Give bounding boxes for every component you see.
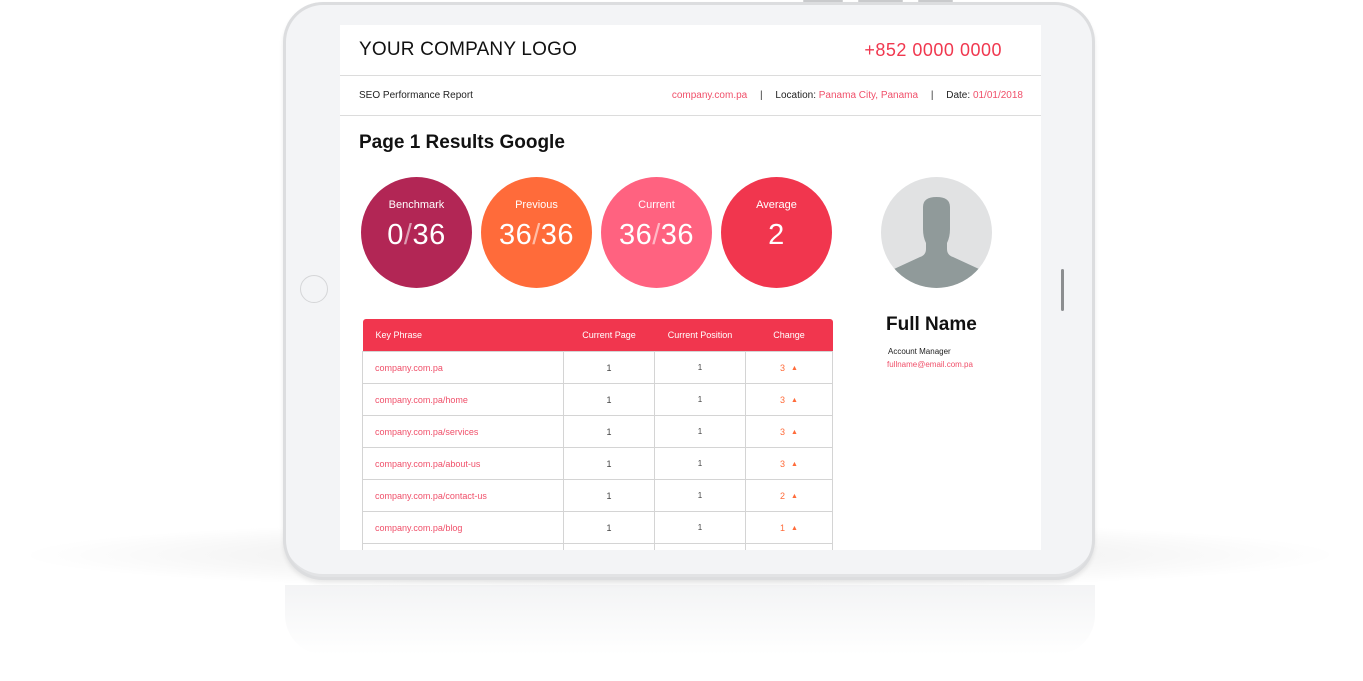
table-row: company.com.pa/services 1 1 3 ▲ bbox=[362, 415, 833, 448]
current-position-cell: 1 bbox=[654, 543, 746, 550]
table-row: company.com.pa/terms111▲ bbox=[362, 543, 833, 550]
metric-previous: Previous 36/36 bbox=[481, 177, 592, 288]
report-header: YOUR COMPANY LOGO +852 0000 0000 bbox=[340, 25, 1041, 76]
arrow-up-icon: ▲ bbox=[791, 492, 798, 500]
metric-value: 36/36 bbox=[618, 219, 695, 251]
current-page-cell: 1 bbox=[563, 511, 655, 544]
arrow-up-icon: ▲ bbox=[791, 460, 798, 468]
arrow-up-icon: ▲ bbox=[791, 364, 798, 372]
location-value: Panama City, Panama bbox=[818, 90, 919, 101]
change-cell: 2 ▲ bbox=[745, 479, 833, 512]
profile-email[interactable]: fullname@email.com.pa bbox=[887, 360, 973, 369]
column-header-key-phrase[interactable]: Key Phrase bbox=[362, 319, 564, 352]
metric-label: Previous bbox=[515, 199, 558, 211]
table-header-row: Key Phrase Current Page Current Position… bbox=[362, 319, 833, 352]
company-logo: YOUR COMPANY LOGO bbox=[359, 39, 578, 60]
key-phrase-link[interactable]: company.com.pa/terms bbox=[362, 543, 564, 550]
page-title: Page 1 Results Google bbox=[359, 132, 565, 153]
report-meta: company.com.pa | Location: Panama City, … bbox=[672, 90, 1023, 101]
arrow-up-icon: ▲ bbox=[791, 396, 798, 404]
screen: YOUR COMPANY LOGO +852 0000 0000 SEO Per… bbox=[340, 25, 1041, 550]
separator: | bbox=[760, 90, 763, 101]
change-cell: 3 ▲ bbox=[745, 383, 833, 416]
change-cell: 3 ▲ bbox=[745, 351, 833, 384]
home-button[interactable] bbox=[300, 275, 328, 303]
table-row: company.com.pa 1 1 3 ▲ bbox=[362, 351, 833, 384]
location-label: Location: bbox=[775, 90, 816, 101]
change-value: 1 bbox=[780, 522, 786, 533]
current-position-cell: 1 bbox=[654, 511, 746, 544]
phone-number[interactable]: +852 0000 0000 bbox=[864, 40, 1002, 61]
tablet-frame: YOUR COMPANY LOGO +852 0000 0000 SEO Per… bbox=[283, 0, 1095, 580]
current-page-cell: 1 bbox=[563, 415, 655, 448]
tablet-top-buttons bbox=[803, 0, 963, 3]
key-phrase-link[interactable]: company.com.pa/home bbox=[362, 383, 564, 416]
date-label: Date: bbox=[946, 90, 971, 101]
table-row: company.com.pa/blog 1 1 1 ▲ bbox=[362, 511, 833, 544]
current-page-cell: 1 bbox=[563, 479, 655, 512]
current-page-cell: 1 bbox=[563, 543, 655, 550]
current-position-cell: 1 bbox=[654, 415, 746, 448]
metric-value: 2 bbox=[768, 219, 785, 251]
metric-label: Current bbox=[638, 199, 675, 211]
table-row: company.com.pa/contact-us 1 1 2 ▲ bbox=[362, 479, 833, 512]
current-position-cell: 1 bbox=[654, 383, 746, 416]
current-page-cell: 1 bbox=[563, 383, 655, 416]
change-cell: 3 ▲ bbox=[745, 415, 833, 448]
table-row: company.com.pa/home 1 1 3 ▲ bbox=[362, 383, 833, 416]
change-value: 3 bbox=[780, 362, 786, 373]
arrow-up-icon: ▲ bbox=[791, 524, 798, 532]
change-cell: 1▲ bbox=[745, 511, 833, 544]
current-page-cell: 1 bbox=[563, 351, 655, 384]
change-value: 3 bbox=[780, 458, 786, 469]
table-row: company.com.pa/about-us 1 1 3 ▲ bbox=[362, 447, 833, 480]
metric-average: Average 2 bbox=[721, 177, 832, 288]
metric-value: 0/36 bbox=[387, 219, 446, 251]
current-page-cell: 1 bbox=[563, 447, 655, 480]
metric-label: Benchmark bbox=[388, 199, 445, 211]
arrow-up-icon: ▲ bbox=[791, 428, 798, 436]
metric-value: 36/36 bbox=[498, 219, 575, 251]
metric-current: Current 36/36 bbox=[601, 177, 712, 288]
key-phrase-link[interactable]: company.com.pa/services bbox=[362, 415, 564, 448]
change-cell: 3 ▲ bbox=[745, 447, 833, 480]
date-value: 01/01/2018 bbox=[972, 90, 1023, 101]
avatar bbox=[881, 177, 992, 288]
profile-name: Full Name bbox=[886, 314, 977, 335]
key-phrase-link[interactable]: company.com.pa bbox=[362, 351, 564, 384]
domain-link[interactable]: company.com.pa bbox=[672, 90, 747, 101]
change-value: 2 bbox=[780, 490, 786, 501]
change-value: 3 bbox=[780, 394, 786, 405]
current-position-cell: 1 bbox=[654, 479, 746, 512]
side-button[interactable] bbox=[1061, 269, 1064, 311]
metric-label: Average bbox=[756, 199, 797, 211]
key-phrase-link[interactable]: company.com.pa/contact-us bbox=[362, 479, 564, 512]
column-header-change[interactable]: Change bbox=[745, 319, 833, 352]
change-value: 3 bbox=[780, 426, 786, 437]
current-position-cell: 1 bbox=[654, 447, 746, 480]
report-subheader: SEO Performance Report company.com.pa | … bbox=[340, 76, 1041, 116]
separator: | bbox=[930, 90, 934, 101]
keyword-table: Key Phrase Current Page Current Position… bbox=[362, 319, 833, 550]
metric-benchmark: Benchmark 0/36 bbox=[361, 177, 472, 288]
key-phrase-link[interactable]: company.com.pa/blog bbox=[362, 511, 564, 544]
change-cell: 1▲ bbox=[745, 543, 833, 550]
profile-role: Account Manager bbox=[888, 347, 951, 356]
column-header-current-page[interactable]: Current Page bbox=[563, 319, 655, 352]
person-silhouette-icon bbox=[894, 197, 979, 288]
report-title: SEO Performance Report bbox=[359, 90, 473, 101]
device-reflection bbox=[285, 585, 1095, 655]
current-position-cell: 1 bbox=[654, 351, 746, 384]
column-header-current-position[interactable]: Current Position bbox=[654, 319, 746, 352]
key-phrase-link[interactable]: company.com.pa/about-us bbox=[362, 447, 564, 480]
